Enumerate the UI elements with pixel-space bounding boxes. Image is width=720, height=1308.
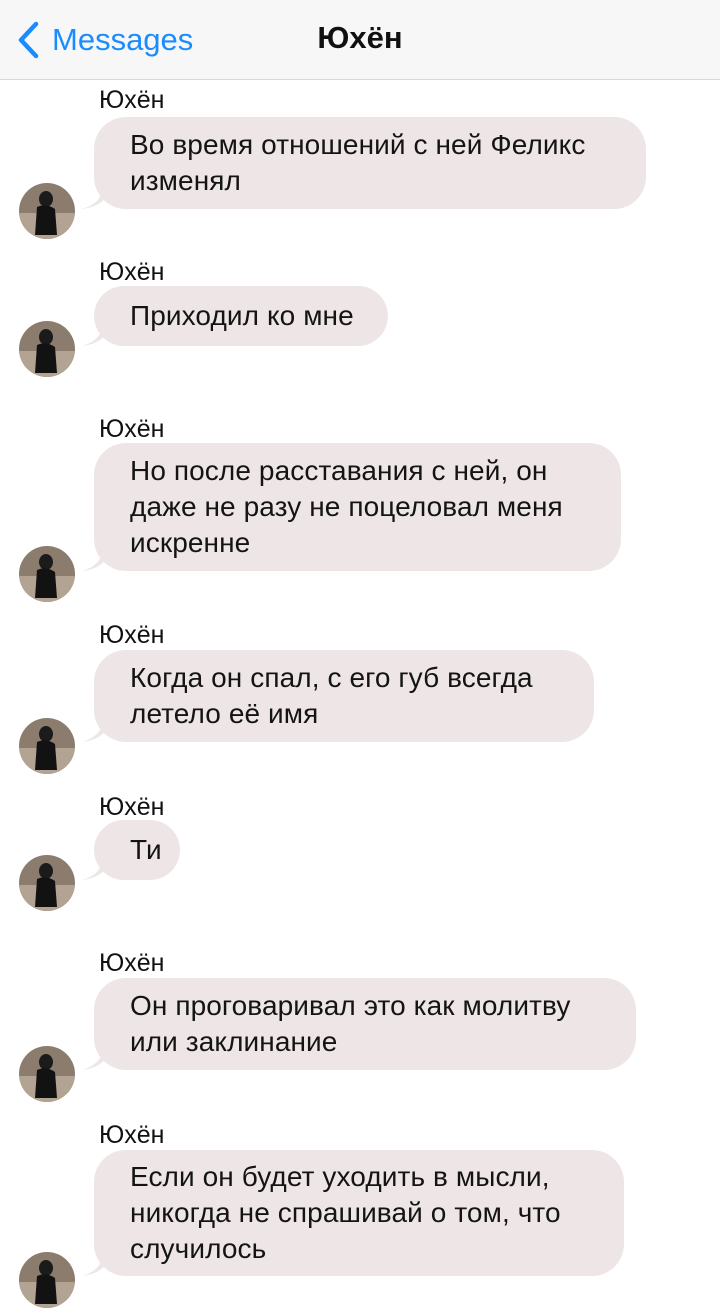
message-text: Но после расставания с ней, он даже не ра… xyxy=(130,455,563,558)
sender-name: Юхён xyxy=(99,258,165,286)
message-bubble[interactable]: Но после расставания с ней, он даже не ра… xyxy=(82,443,621,571)
message-text: Приходил ко мне xyxy=(130,300,354,331)
avatar[interactable] xyxy=(19,718,75,774)
avatar[interactable] xyxy=(19,855,75,911)
avatar[interactable] xyxy=(19,1046,75,1102)
sender-name: Юхён xyxy=(99,86,165,114)
message-bubble[interactable]: Во время отношений с ней Феликс изменял xyxy=(82,117,646,209)
sender-name: Юхён xyxy=(99,1121,165,1149)
message-text: Когда он спал, с его губ всегда летело её… xyxy=(130,662,533,729)
conversation-title[interactable]: Юхён xyxy=(0,20,720,56)
sender-name: Юхён xyxy=(99,793,165,821)
message-bubble[interactable]: Когда он спал, с его губ всегда летело её… xyxy=(82,650,594,742)
nav-bar: Messages Юхён xyxy=(0,0,720,80)
message-bubble[interactable]: Он проговаривал это как молитву или закли… xyxy=(82,978,636,1070)
message-bubble[interactable]: Ти xyxy=(82,820,180,880)
avatar[interactable] xyxy=(19,183,75,239)
avatar[interactable] xyxy=(19,546,75,602)
message-text: Во время отношений с ней Феликс изменял xyxy=(130,129,586,196)
avatar[interactable] xyxy=(19,321,75,377)
message-text: Ти xyxy=(130,834,162,865)
message-bubble[interactable]: Если он будет уходить в мысли, никогда не… xyxy=(82,1150,624,1276)
sender-name: Юхён xyxy=(99,415,165,443)
avatar[interactable] xyxy=(19,1252,75,1308)
sender-name: Юхён xyxy=(99,949,165,977)
message-text: Если он будет уходить в мысли, никогда не… xyxy=(130,1161,561,1264)
message-text: Он проговаривал это как молитву или закли… xyxy=(130,990,571,1057)
sender-name: Юхён xyxy=(99,621,165,649)
message-bubble[interactable]: Приходил ко мне xyxy=(82,286,388,346)
